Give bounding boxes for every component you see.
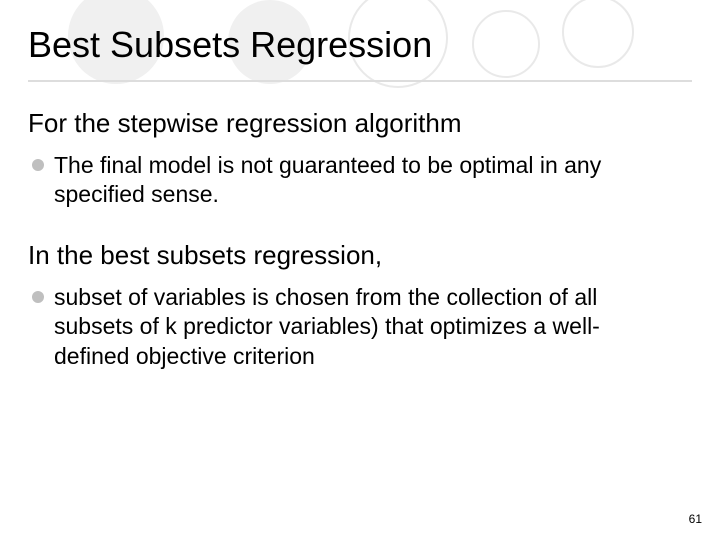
bullet-text: subset of variables is chosen from the c… [54, 283, 674, 371]
slide-title: Best Subsets Regression [28, 24, 692, 82]
section-1-heading: For the stepwise regression algorithm [28, 108, 692, 139]
bullet-item: subset of variables is chosen from the c… [28, 283, 692, 371]
bullet-text: The final model is not guaranteed to be … [54, 151, 674, 210]
slide-content: Best Subsets Regression For the stepwise… [0, 0, 720, 371]
section-2-heading: In the best subsets regression, [28, 240, 692, 271]
bullet-icon [32, 159, 44, 171]
bullet-icon [32, 291, 44, 303]
bullet-item: The final model is not guaranteed to be … [28, 151, 692, 210]
section-2: In the best subsets regression, subset o… [28, 240, 692, 371]
section-1: For the stepwise regression algorithm Th… [28, 108, 692, 210]
page-number: 61 [689, 512, 702, 526]
